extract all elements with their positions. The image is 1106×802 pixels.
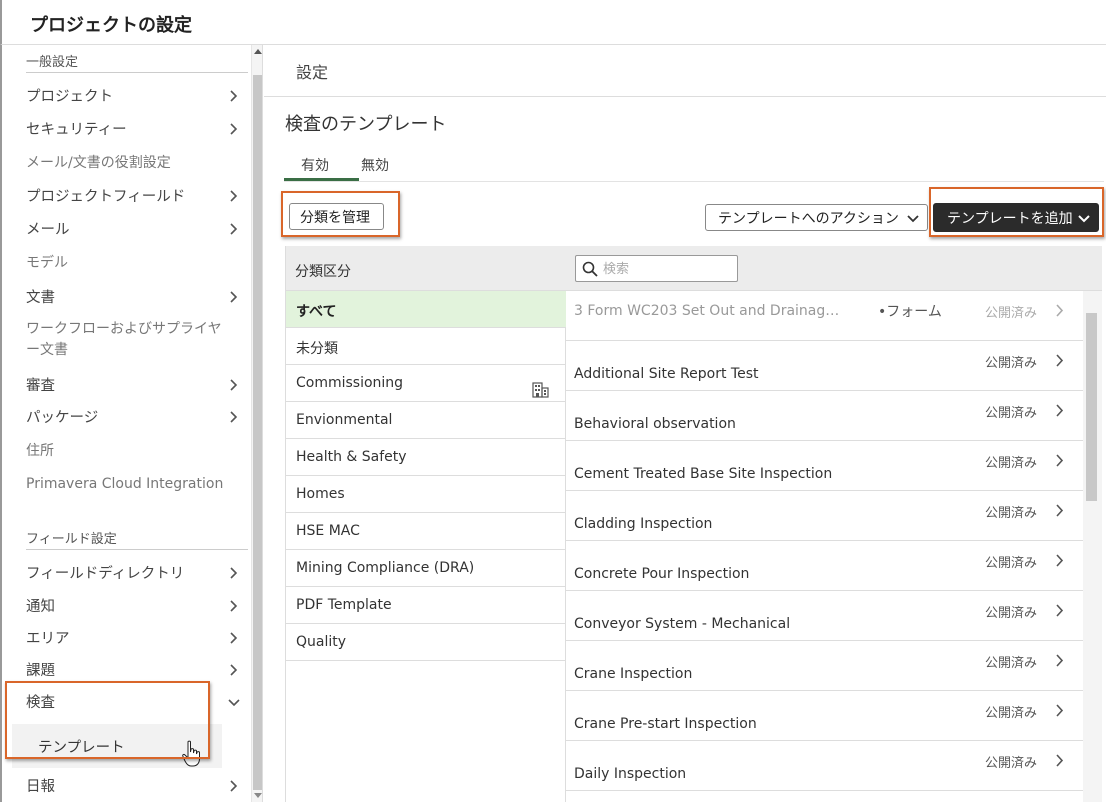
category-item[interactable]: Mining Compliance (DRA) — [286, 550, 566, 587]
hand-cursor-icon — [182, 740, 200, 767]
section-field-settings: フィールド設定 — [26, 528, 248, 550]
category-item[interactable]: Quality — [286, 624, 566, 661]
section-general-settings: 一般設定 — [26, 51, 248, 73]
settings-sidebar: 一般設定 プロジェクト セキュリティー メール/文書の役割設定 プロジェクトフィ… — [0, 45, 263, 802]
sidebar-item-project-fields[interactable]: プロジェクトフィールド — [26, 185, 248, 206]
category-item[interactable]: Envionmental — [286, 402, 566, 439]
sidebar-item-primavera[interactable]: Primavera Cloud Integration — [26, 476, 248, 492]
category-item[interactable]: Homes — [286, 476, 566, 513]
chevron-right-icon — [230, 379, 238, 391]
chevron-down-icon — [907, 215, 919, 223]
template-row[interactable]: Conveyor System - Mechanical 公開済み — [566, 591, 1083, 641]
chevron-right-icon — [230, 411, 238, 423]
breadcrumb[interactable]: 設定 — [296, 59, 328, 83]
add-template-button[interactable]: テンプレートを追加 — [933, 203, 1099, 232]
category-item[interactable]: 未分類 — [286, 328, 566, 365]
category-item-all[interactable]: すべて — [286, 291, 566, 328]
building-icon — [532, 382, 549, 398]
template-row[interactable]: Crane Inspection 公開済み — [566, 641, 1083, 691]
sidebar-item-areas[interactable]: エリア — [26, 627, 248, 648]
divider — [264, 96, 1106, 97]
template-row[interactable]: Daily Inspection 公開済み — [566, 741, 1083, 791]
sidebar-item-project[interactable]: プロジェクト — [26, 85, 248, 106]
template-row[interactable]: Cladding Inspection 公開済み — [566, 491, 1083, 541]
chevron-right-icon — [230, 190, 238, 202]
sidebar-scrollbar[interactable] — [251, 45, 262, 802]
chevron-right-icon — [1056, 354, 1064, 367]
category-list: 分類区分 すべて 未分類 Commissioning Envionmental … — [285, 246, 566, 802]
page-title-header: プロジェクトの設定 — [30, 15, 192, 36]
category-header: 分類区分 — [286, 246, 566, 291]
main-content: 設定 検査のテンプレート 有効 無効 分類を管理 テンプレートへのアクション テ… — [264, 45, 1106, 802]
chevron-right-icon — [1056, 754, 1064, 767]
chevron-right-icon — [1056, 504, 1064, 517]
chevron-right-icon — [230, 780, 238, 792]
chevron-right-icon — [230, 664, 238, 676]
category-item[interactable]: Health & Safety — [286, 439, 566, 476]
chevron-right-icon — [1056, 454, 1064, 467]
chevron-right-icon — [230, 600, 238, 612]
chevron-right-icon — [230, 123, 238, 135]
template-row[interactable]: Additional Site Report Test 公開済み — [566, 341, 1083, 391]
chevron-right-icon — [230, 632, 238, 644]
divider — [284, 181, 1104, 182]
chevron-right-icon — [1056, 604, 1064, 617]
search-input[interactable] — [603, 259, 733, 279]
sidebar-item-issues[interactable]: 課題 — [26, 659, 248, 680]
template-row[interactable]: Cement Treated Base Site Inspection 公開済み — [566, 441, 1083, 491]
tab-inactive[interactable]: 無効 — [361, 155, 389, 175]
page-title: 検査のテンプレート — [285, 114, 447, 135]
chevron-right-icon — [1056, 654, 1064, 667]
search-box[interactable] — [575, 255, 738, 282]
chevron-right-icon — [230, 291, 238, 303]
tab-active[interactable]: 有効 — [301, 155, 329, 175]
template-row[interactable]: 3 Form WC203 Set Out and Drainag… •フォーム … — [566, 291, 1083, 341]
category-item[interactable]: HSE MAC — [286, 513, 566, 550]
template-list: 3 Form WC203 Set Out and Drainag… •フォーム … — [566, 246, 1102, 802]
sidebar-item-address[interactable]: 住所 — [26, 440, 248, 460]
scroll-up-arrow-icon[interactable] — [254, 49, 262, 54]
page-header: プロジェクトの設定 — [0, 0, 1106, 45]
sidebar-item-model[interactable]: モデル — [26, 252, 248, 272]
sidebar-scroll-thumb[interactable] — [253, 75, 262, 790]
sidebar-item-review[interactable]: 審査 — [26, 374, 248, 395]
search-icon — [582, 261, 598, 277]
chevron-right-icon — [230, 223, 238, 235]
sidebar-item-workflow-supplier-docs[interactable]: ワークフローおよびサプライヤー文書 — [26, 319, 231, 361]
sidebar-item-daily-reports[interactable]: 日報 — [26, 775, 248, 796]
sidebar-item-notifications[interactable]: 通知 — [26, 595, 248, 616]
chevron-right-icon — [1056, 304, 1064, 317]
template-list-scroll-thumb[interactable] — [1086, 313, 1097, 501]
chevron-down-icon — [1078, 215, 1090, 223]
template-list-header — [566, 246, 1102, 291]
category-item[interactable]: Commissioning — [286, 365, 566, 402]
template-list-scrollbar[interactable] — [1083, 291, 1102, 802]
sidebar-item-security[interactable]: セキュリティー — [26, 118, 248, 139]
sidebar-item-packages[interactable]: パッケージ — [26, 406, 248, 427]
sidebar-subitem-templates[interactable]: テンプレート — [12, 724, 222, 768]
chevron-right-icon — [1056, 404, 1064, 417]
sidebar-item-mail-doc-roles[interactable]: メール/文書の役割設定 — [26, 152, 248, 172]
chevron-right-icon — [230, 90, 238, 102]
chevron-right-icon — [1056, 704, 1064, 717]
template-row[interactable]: Crane Pre-start Inspection 公開済み — [566, 691, 1083, 741]
chevron-right-icon — [1056, 554, 1064, 567]
template-row[interactable]: Behavioral observation 公開済み — [566, 391, 1083, 441]
sidebar-item-mail[interactable]: メール — [26, 218, 248, 239]
template-row[interactable]: Concrete Pour Inspection 公開済み — [566, 541, 1083, 591]
sidebar-item-field-directory[interactable]: フィールドディレクトリ — [26, 562, 248, 583]
sidebar-item-documents[interactable]: 文書 — [26, 286, 248, 307]
template-actions-dropdown[interactable]: テンプレートへのアクション — [705, 204, 928, 231]
manage-categories-button[interactable]: 分類を管理 — [289, 203, 384, 230]
category-item[interactable]: PDF Template — [286, 587, 566, 624]
chevron-down-icon — [228, 699, 240, 707]
scroll-down-arrow-icon[interactable] — [254, 793, 262, 798]
sidebar-item-inspections[interactable]: 検査 — [26, 691, 248, 712]
chevron-right-icon — [230, 567, 238, 579]
